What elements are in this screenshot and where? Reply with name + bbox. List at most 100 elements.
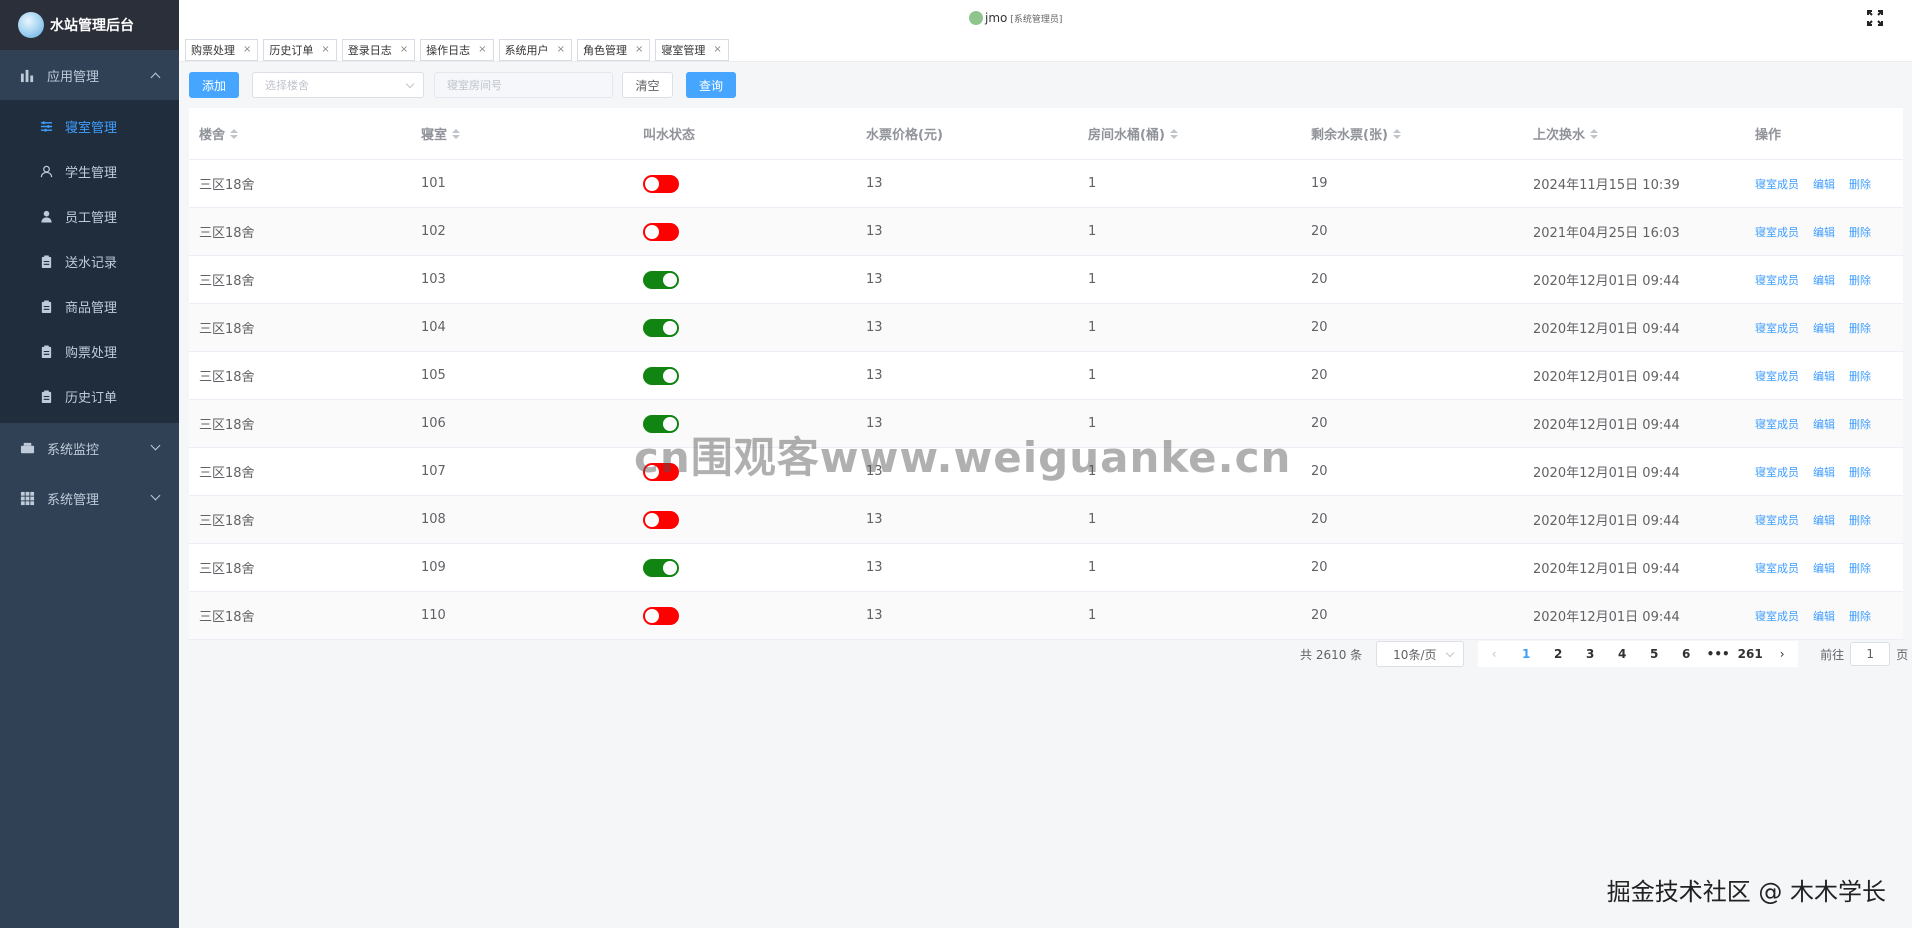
tag-item[interactable]: 寝室管理 × — [655, 38, 729, 61]
sort-icon[interactable] — [1590, 128, 1599, 139]
call-water-switch[interactable] — [643, 558, 679, 577]
menu-group-app-management[interactable]: 应用管理 — [0, 50, 179, 100]
call-water-switch[interactable] — [643, 366, 679, 385]
edit-link[interactable]: 编辑 — [1813, 272, 1835, 288]
clear-button[interactable]: 清空 — [622, 72, 673, 98]
add-button[interactable]: 添加 — [189, 72, 239, 98]
page-number[interactable]: 2 — [1542, 641, 1574, 667]
sort-icon[interactable] — [1392, 128, 1401, 139]
close-icon[interactable]: × — [243, 44, 251, 55]
delete-link[interactable]: 删除 — [1849, 416, 1871, 432]
prev-page-icon[interactable]: ‹ — [1478, 641, 1510, 667]
delete-link[interactable]: 删除 — [1849, 464, 1871, 480]
delete-link[interactable]: 删除 — [1849, 560, 1871, 576]
cell-buckets: 1 — [1088, 320, 1097, 335]
members-link[interactable]: 寝室成员 — [1755, 608, 1799, 624]
tag-item[interactable]: 历史订单 × — [263, 38, 337, 61]
page-number[interactable]: 6 — [1670, 641, 1702, 667]
sort-icon[interactable] — [230, 128, 239, 139]
close-icon[interactable]: × — [713, 44, 721, 55]
table-row: 三区18舍 105 13 1 20 2020年12月01日 09:44 寝室成员 编辑 删除 — [189, 352, 1903, 400]
delete-link[interactable]: 删除 — [1849, 272, 1871, 288]
sidebar-item[interactable]: 送水记录 — [0, 239, 179, 284]
page-number[interactable]: 4 — [1606, 641, 1638, 667]
delete-link[interactable]: 删除 — [1849, 320, 1871, 336]
tag-item[interactable]: 购票处理 × — [185, 38, 259, 61]
edit-link[interactable]: 编辑 — [1813, 608, 1835, 624]
cell-buckets: 1 — [1088, 224, 1097, 239]
delete-link[interactable]: 删除 — [1849, 512, 1871, 528]
close-icon[interactable]: × — [557, 44, 565, 55]
edit-link[interactable]: 编辑 — [1813, 416, 1835, 432]
close-icon[interactable]: × — [478, 44, 486, 55]
user-menu[interactable]: jmo [系统管理员] — [969, 11, 1062, 25]
close-icon[interactable]: × — [635, 44, 643, 55]
delete-link[interactable]: 删除 — [1849, 608, 1871, 624]
call-water-switch[interactable] — [643, 174, 679, 193]
members-link[interactable]: 寝室成员 — [1755, 368, 1799, 384]
members-link[interactable]: 寝室成员 — [1755, 416, 1799, 432]
tag-item[interactable]: 登录日志 × — [341, 38, 416, 61]
call-water-switch[interactable] — [643, 318, 679, 337]
building-select[interactable]: 选择楼舍 — [252, 72, 424, 98]
edit-link[interactable]: 编辑 — [1813, 176, 1835, 192]
page-number[interactable]: 3 — [1574, 641, 1606, 667]
edit-link[interactable]: 编辑 — [1813, 512, 1835, 528]
members-link[interactable]: 寝室成员 — [1755, 176, 1799, 192]
call-water-switch[interactable] — [643, 606, 679, 625]
edit-link[interactable]: 编辑 — [1813, 560, 1835, 576]
sort-icon[interactable] — [1169, 128, 1178, 139]
call-water-switch[interactable] — [643, 222, 679, 241]
switch-knob — [645, 512, 659, 527]
close-icon[interactable]: × — [400, 44, 408, 55]
delete-link[interactable]: 删除 — [1849, 224, 1871, 240]
tag-item[interactable]: 操作日志 × — [420, 38, 494, 61]
tag-item[interactable]: 角色管理 × — [576, 38, 651, 61]
sidebar-item[interactable]: 购票处理 — [0, 329, 179, 374]
call-water-switch[interactable] — [643, 510, 679, 529]
column-header-tickets[interactable]: 剩余水票(张) — [1301, 124, 1523, 143]
menu-group-system-monitor[interactable]: 系统监控 — [0, 423, 179, 473]
call-water-switch[interactable] — [643, 270, 679, 289]
goto-page-input[interactable]: 1 — [1850, 642, 1891, 666]
members-link[interactable]: 寝室成员 — [1755, 464, 1799, 480]
page-size-select[interactable]: 10条/页 — [1376, 641, 1465, 667]
members-link[interactable]: 寝室成员 — [1755, 560, 1799, 576]
sidebar-item[interactable]: 历史订单 — [0, 374, 179, 419]
close-icon[interactable]: × — [321, 44, 329, 55]
tag-item[interactable]: 系统用户 × — [498, 38, 572, 61]
cell-buckets: 1 — [1088, 272, 1097, 287]
edit-link[interactable]: 编辑 — [1813, 368, 1835, 384]
room-number-input[interactable]: 寝室房间号 — [434, 72, 613, 98]
toolbar: 添加 选择楼舍 寝室房间号 清空 查询 — [189, 72, 736, 98]
delete-link[interactable]: 删除 — [1849, 176, 1871, 192]
cell-price: 13 — [866, 368, 883, 383]
edit-link[interactable]: 编辑 — [1813, 464, 1835, 480]
page-number[interactable]: 5 — [1638, 641, 1670, 667]
members-link[interactable]: 寝室成员 — [1755, 320, 1799, 336]
members-link[interactable]: 寝室成员 — [1755, 512, 1799, 528]
sidebar-item[interactable]: 学生管理 — [0, 149, 179, 194]
column-header-room[interactable]: 寝室 — [411, 124, 633, 143]
sidebar-item[interactable]: 商品管理 — [0, 284, 179, 329]
members-link[interactable]: 寝室成员 — [1755, 272, 1799, 288]
sort-icon[interactable] — [452, 128, 461, 139]
edit-link[interactable]: 编辑 — [1813, 224, 1835, 240]
query-button[interactable]: 查询 — [686, 72, 736, 98]
column-header-buckets[interactable]: 房间水桶(桶) — [1078, 124, 1301, 143]
edit-link[interactable]: 编辑 — [1813, 320, 1835, 336]
column-label: 剩余水票(张) — [1311, 128, 1388, 143]
page-number[interactable]: ••• — [1702, 641, 1734, 667]
column-header-last-change[interactable]: 上次换水 — [1523, 124, 1745, 143]
app-logo[interactable]: 水站管理后台 — [0, 0, 179, 50]
members-link[interactable]: 寝室成员 — [1755, 224, 1799, 240]
delete-link[interactable]: 删除 — [1849, 368, 1871, 384]
sidebar-item[interactable]: 寝室管理 — [0, 104, 179, 149]
page-number[interactable]: 1 — [1510, 641, 1542, 667]
menu-group-system-management[interactable]: 系统管理 — [0, 473, 179, 523]
page-number[interactable]: 261 — [1734, 641, 1766, 667]
fullscreen-icon[interactable] — [1866, 9, 1884, 27]
next-page-icon[interactable]: › — [1766, 641, 1798, 667]
sidebar-item[interactable]: 员工管理 — [0, 194, 179, 239]
column-header-building[interactable]: 楼舍 — [189, 124, 411, 143]
